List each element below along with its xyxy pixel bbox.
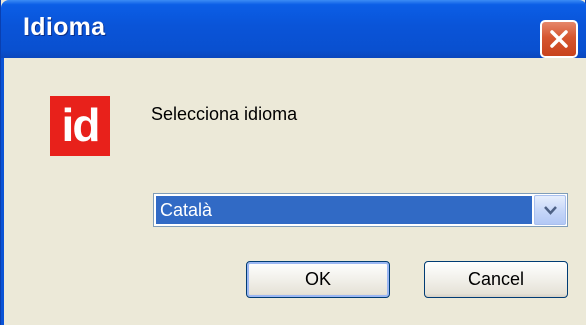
close-button[interactable]: [540, 20, 578, 58]
language-select[interactable]: Català: [153, 193, 568, 227]
app-logo: id: [50, 96, 110, 156]
dropdown-button[interactable]: [534, 195, 566, 225]
ok-button[interactable]: OK: [246, 261, 390, 298]
logo-text: id: [61, 99, 101, 151]
language-select-value: Català: [156, 196, 532, 224]
title-bar[interactable]: Idioma: [1, 0, 586, 58]
dialog-window: Idioma id Selecciona idioma Català OK Ca…: [0, 0, 586, 325]
cancel-button[interactable]: Cancel: [424, 261, 568, 298]
window-title: Idioma: [23, 13, 106, 41]
prompt-label: Selecciona idioma: [151, 104, 298, 124]
